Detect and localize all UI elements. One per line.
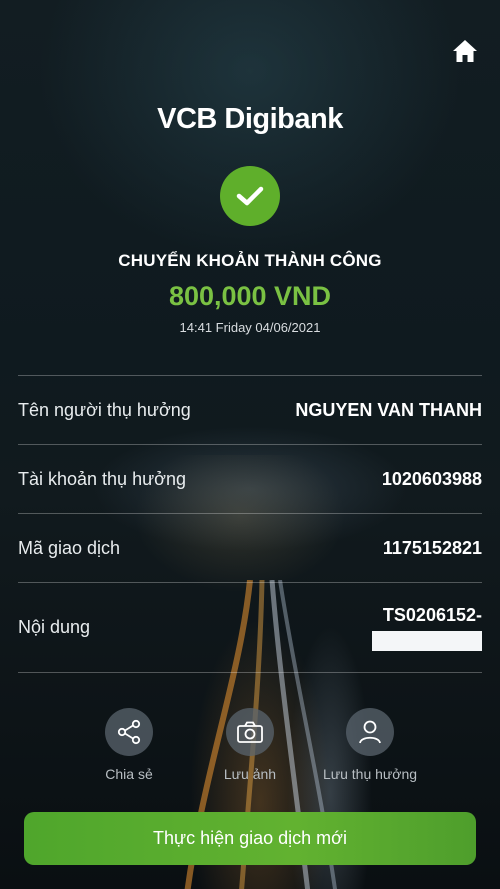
user-icon xyxy=(346,708,394,756)
detail-label: Nội dung xyxy=(18,617,91,637)
detail-label: Mã giao dịch xyxy=(18,537,121,558)
detail-row-transaction-code: Mã giao dịch 1175152821 xyxy=(18,513,482,582)
transfer-amount: 800,000 VND xyxy=(168,281,332,311)
camera-icon xyxy=(226,708,274,756)
transfer-status: CHUYỂN KHOẢN THÀNH CÔNG xyxy=(118,251,382,270)
brand-logo: VCB Digibank xyxy=(157,103,343,135)
detail-row-content: Nội dung TS0206152- xyxy=(18,582,482,673)
home-icon xyxy=(453,40,477,62)
content-text: TS0206152- xyxy=(382,604,482,625)
detail-label: Tài khoản thụ hưởng xyxy=(18,468,186,489)
share-icon xyxy=(105,708,153,756)
detail-value: 1020603988 xyxy=(381,468,482,489)
save-image-button[interactable]: Lưu ảnh xyxy=(190,708,310,782)
transaction-details: Tên người thụ hưởng NGUYEN VAN THANH Tài… xyxy=(18,375,482,673)
share-label: Chia sẻ xyxy=(105,766,153,782)
save-beneficiary-button[interactable]: Lưu thụ hưởng xyxy=(310,708,430,782)
save-image-label: Lưu ảnh xyxy=(223,766,277,782)
detail-value-multiline: TS0206152- xyxy=(372,603,482,653)
detail-value: NGUYEN VAN THANH xyxy=(295,399,482,420)
redacted-block xyxy=(372,630,482,651)
detail-value: 1175152821 xyxy=(382,537,482,558)
detail-row-beneficiary-account: Tài khoản thụ hưởng 1020603988 xyxy=(18,444,482,513)
home-button[interactable] xyxy=(450,36,480,66)
action-bar: Chia sẻ Lưu ảnh Lưu thụ hưởng xyxy=(0,708,500,788)
transfer-timestamp: 14:41 Friday 04/06/2021 xyxy=(179,320,321,335)
new-transaction-button[interactable]: Thực hiện giao dịch mới xyxy=(24,812,476,865)
detail-row-beneficiary-name: Tên người thụ hưởng NGUYEN VAN THANH xyxy=(18,375,482,444)
share-button[interactable]: Chia sẻ xyxy=(69,708,189,782)
success-check-icon xyxy=(220,166,280,226)
detail-label: Tên người thụ hưởng xyxy=(18,399,191,420)
save-beneficiary-label: Lưu thụ hưởng xyxy=(322,766,418,782)
